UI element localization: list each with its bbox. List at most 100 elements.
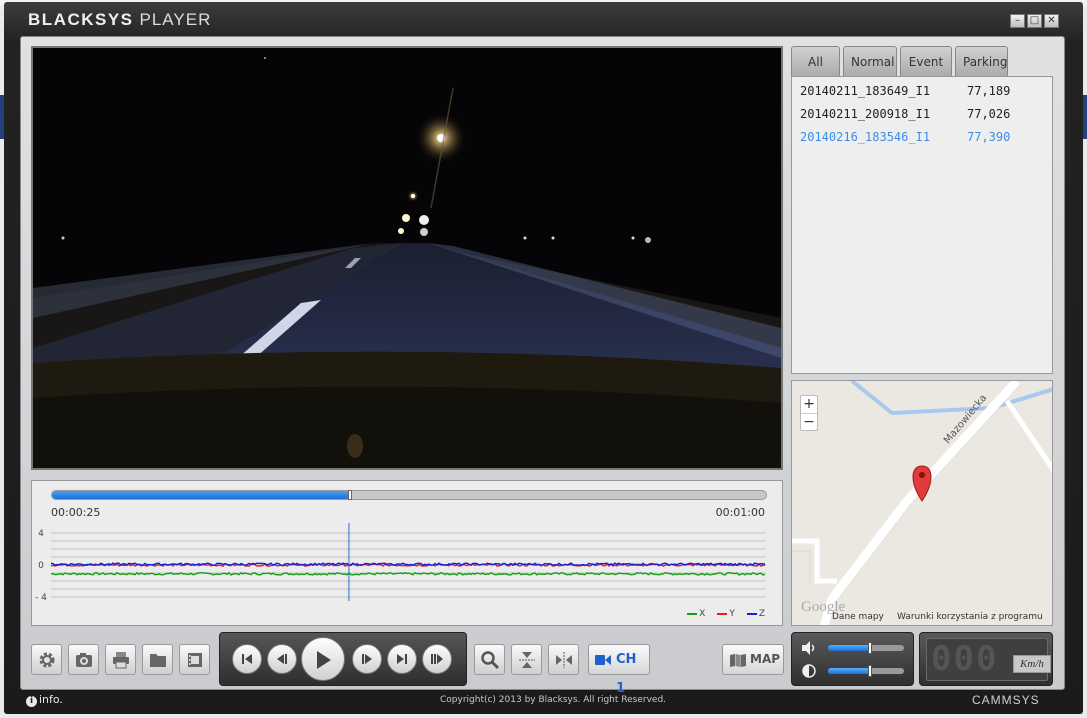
map-canvas — [792, 381, 1052, 625]
y-tick-label: 0 — [38, 561, 44, 571]
seek-bar-thumb[interactable] — [347, 490, 352, 500]
y-tick-label: - 4 — [35, 593, 47, 603]
settings-button[interactable] — [31, 644, 62, 675]
map-data-link[interactable]: Dane mapy — [832, 612, 884, 622]
next-frame-button[interactable] — [352, 644, 382, 674]
file-size: 77,026 — [967, 106, 1011, 121]
play-icon — [317, 651, 331, 669]
speaker-icon — [802, 641, 815, 655]
brand-name: BLACKSYS — [28, 10, 134, 29]
tab-normal[interactable]: Normal — [843, 46, 897, 76]
file-row-selected[interactable]: 20140216_183546_I1 77,390 — [792, 125, 1052, 148]
app-brand: BLACKSYS PLAYER — [28, 10, 211, 30]
legend-item-z: Z — [746, 609, 765, 619]
map-terms-link[interactable]: Warunki korzystania z programu — [897, 612, 1043, 622]
file-filter-tabs: All Normal Event Parking — [791, 46, 1008, 76]
background-edge-right — [1083, 95, 1087, 139]
info-icon: i — [26, 696, 37, 707]
speedometer: 000 Km/h — [919, 632, 1053, 686]
speed-display: 000 Km/h — [926, 638, 1051, 681]
flip-horizontal-button[interactable] — [548, 644, 579, 675]
play-button[interactable] — [301, 637, 345, 681]
speed-unit: Km/h — [1013, 655, 1051, 673]
total-time: 00:01:00 — [715, 506, 765, 519]
skip-start-icon — [242, 654, 252, 664]
tab-event[interactable]: Event — [900, 46, 952, 76]
previous-frame-button[interactable] — [267, 644, 297, 674]
current-time: 00:00:25 — [51, 506, 101, 519]
maximize-button[interactable]: □ — [1027, 14, 1042, 28]
control-bar: CH 1 MAP — [31, 632, 784, 696]
brightness-icon — [802, 664, 816, 678]
flip-horizontal-icon — [555, 652, 572, 668]
brand-suffix: PLAYER — [139, 10, 212, 29]
map-view[interactable]: + − Mazowiecka Google Dane mapy Warunki … — [791, 380, 1053, 626]
minimize-button[interactable]: – — [1010, 14, 1025, 28]
file-name: 20140211_200918_I1 — [800, 106, 931, 121]
map-zoom-out-button[interactable]: − — [801, 413, 817, 430]
fast-forward-button[interactable] — [422, 644, 452, 674]
speed-value: 000 — [931, 639, 999, 679]
file-size: 77,189 — [967, 83, 1011, 98]
vendor-logo: CAMMSYS — [972, 693, 1040, 707]
file-size: 77,390 — [967, 129, 1011, 144]
info-link[interactable]: i info. — [26, 693, 63, 707]
copyright: Copyright(c) 2013 by Blacksys. All right… — [440, 695, 667, 705]
tab-all[interactable]: All — [791, 46, 840, 76]
step-forward-icon — [362, 654, 372, 664]
y-tick-label: 4 — [38, 529, 44, 539]
zoom-button[interactable] — [474, 644, 505, 675]
step-back-icon — [277, 654, 287, 664]
timeline-panel: 00:00:25 00:01:00 4 0 - 4 X Y Z — [31, 480, 783, 626]
brightness-slider[interactable] — [828, 665, 904, 677]
snapshot-button[interactable] — [68, 644, 99, 675]
screen: BLACKSYS PLAYER – □ ✕ All Normal Event P… — [0, 0, 1087, 718]
camera-icon — [75, 653, 92, 667]
video-camera-icon — [595, 655, 611, 665]
printer-icon — [112, 652, 129, 669]
audio-video-adjust — [791, 632, 914, 686]
map-button[interactable]: MAP — [722, 644, 784, 675]
g-sensor-graph: 4 0 - 4 — [35, 523, 766, 603]
brightness-slider-fill — [828, 668, 870, 674]
volume-slider-fill — [828, 645, 870, 651]
folder-icon — [149, 654, 166, 667]
close-button[interactable]: ✕ — [1044, 14, 1059, 28]
film-icon — [187, 653, 202, 667]
file-list: 20140211_183649_I1 77,189 20140211_20091… — [791, 76, 1053, 374]
map-zoom-control: + − — [800, 395, 818, 431]
file-row[interactable]: 20140211_200918_I1 77,026 — [792, 102, 1052, 125]
video-view[interactable] — [31, 46, 783, 470]
seek-bar-progress — [52, 491, 350, 499]
magnifier-icon — [480, 651, 499, 670]
volume-slider-thumb[interactable] — [867, 642, 872, 654]
brightness-slider-thumb[interactable] — [867, 665, 872, 677]
transport-controls — [219, 632, 467, 686]
last-file-button[interactable] — [387, 644, 417, 674]
map-zoom-in-button[interactable]: + — [801, 396, 817, 413]
fast-forward-icon — [431, 654, 443, 664]
volume-slider[interactable] — [828, 642, 904, 654]
window-controls: – □ ✕ — [1010, 14, 1059, 28]
file-row[interactable]: 20140211_183649_I1 77,189 — [792, 79, 1052, 102]
skip-end-icon — [397, 654, 407, 664]
info-label: info. — [39, 693, 63, 706]
file-name: 20140211_183649_I1 — [800, 83, 931, 98]
open-folder-button[interactable] — [142, 644, 173, 675]
print-button[interactable] — [105, 644, 136, 675]
video-frame — [33, 48, 781, 468]
legend-item-y: Y — [717, 609, 735, 619]
legend-item-x: X — [687, 609, 705, 619]
graph-legend: X Y Z — [687, 609, 765, 619]
channel-button[interactable]: CH 1 — [588, 644, 650, 696]
first-file-button[interactable] — [232, 644, 262, 674]
flip-vertical-icon — [518, 652, 535, 668]
seek-bar[interactable] — [51, 490, 767, 500]
file-name: 20140216_183546_I1 — [800, 129, 931, 144]
map-label: MAP — [750, 652, 781, 666]
tab-parking[interactable]: Parking — [955, 46, 1008, 76]
flip-vertical-button[interactable] — [511, 644, 542, 675]
gear-icon — [39, 652, 54, 668]
export-button[interactable] — [179, 644, 210, 675]
map-icon — [730, 654, 746, 667]
